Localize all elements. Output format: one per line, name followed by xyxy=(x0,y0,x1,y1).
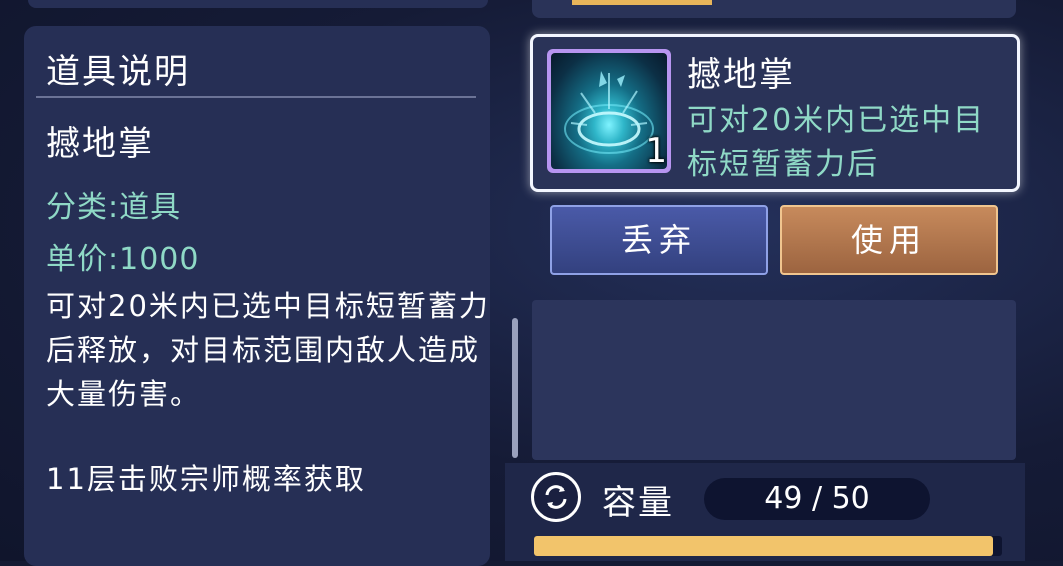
previous-panel-edge xyxy=(28,0,488,8)
divider xyxy=(36,96,476,98)
inventory-slot-partial[interactable] xyxy=(532,0,1016,18)
item-description-text: 可对20米内已选中目标短暂蓄力后释放，对目标范围内敌人造成大量伤害。 xyxy=(46,289,490,411)
item-count: 1 xyxy=(645,131,667,171)
item-category: 分类:道具 xyxy=(46,190,182,225)
item-description-panel: 道具说明 撼地掌 分类:道具 单价:1000 可对20米内已选中目标短暂蓄力后释… xyxy=(24,26,490,566)
item-source-text: 11层击败宗师概率获取 xyxy=(46,462,366,496)
slot-highlight xyxy=(572,0,712,5)
refresh-icon xyxy=(545,485,567,509)
item-name: 撼地掌 xyxy=(46,124,154,164)
selected-inventory-slot[interactable]: 1 撼地掌 可对20米内已选中目标短暂蓄力后 xyxy=(530,34,1020,192)
capacity-label: 容量 xyxy=(602,483,674,523)
discard-button[interactable]: 丢弃 xyxy=(550,205,768,275)
scrollbar[interactable] xyxy=(512,318,518,458)
capacity-progress-fill xyxy=(534,536,993,556)
selected-item-description: 可对20米内已选中目标短暂蓄力后 xyxy=(687,103,986,182)
selected-item-name: 撼地掌 xyxy=(687,55,795,95)
item-price: 单价:1000 xyxy=(46,242,200,277)
item-icon-frame: 1 xyxy=(547,49,671,173)
capacity-progress-bar xyxy=(534,536,1002,556)
panel-title: 道具说明 xyxy=(46,52,190,92)
capacity-value: 49 / 50 xyxy=(704,478,930,520)
empty-inventory-slot[interactable] xyxy=(532,300,1016,460)
refresh-button[interactable] xyxy=(531,472,581,522)
use-button[interactable]: 使用 xyxy=(780,205,998,275)
